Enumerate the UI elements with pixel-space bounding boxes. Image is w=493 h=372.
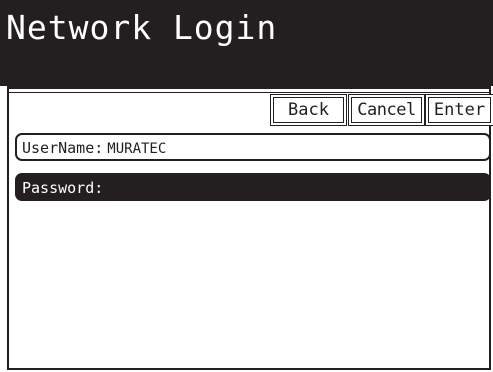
username-label: UserName: [22, 139, 104, 157]
password-label: Password: [22, 179, 104, 197]
page-title: Network Login [6, 8, 278, 47]
password-field[interactable]: Password: [15, 173, 491, 201]
network-login-screen: Network Login Back Cancel Enter UserName… [0, 0, 493, 372]
back-button[interactable]: Back [273, 97, 344, 123]
panel-divider [9, 92, 489, 93]
enter-button[interactable]: Enter [428, 97, 491, 123]
username-field[interactable]: UserName: MURATEC [15, 133, 491, 161]
login-panel: Back Cancel Enter UserName: MURATEC Passw… [7, 86, 491, 370]
title-bar: Network Login [0, 0, 493, 86]
username-value: MURATEC [107, 141, 167, 157]
cancel-button[interactable]: Cancel [351, 97, 422, 123]
